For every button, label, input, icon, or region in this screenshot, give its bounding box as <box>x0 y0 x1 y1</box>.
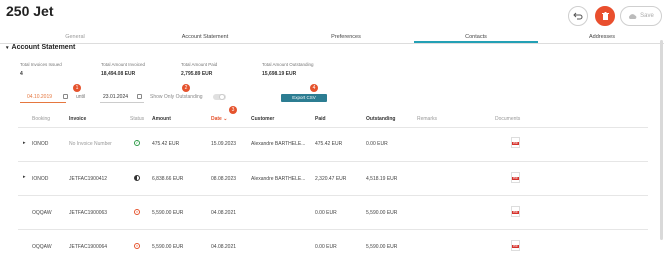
status-unpaid-icon: × <box>134 243 140 249</box>
col-header-documents[interactable]: Documents <box>495 116 520 122</box>
summary-label: Total Amount Invoiced <box>101 62 146 67</box>
cell-outstanding: 0.00 EUR <box>366 141 388 147</box>
cell-amount: 6,838.66 EUR <box>152 176 184 182</box>
col-header-outstanding[interactable]: Outstanding <box>366 116 395 122</box>
cell-invoice: No Invoice Number <box>69 141 112 147</box>
row-expand-icon[interactable]: ▸ <box>23 174 26 180</box>
cell-amount: 5,590.00 EUR <box>152 210 184 216</box>
export-csv-button[interactable]: Export CSV <box>281 94 327 102</box>
summary-value: 4 <box>20 71 23 77</box>
col-header-date-label: Date <box>211 116 222 122</box>
save-label: Save <box>640 13 654 19</box>
show-outstanding-label: Show Only Outstanding <box>150 94 203 100</box>
col-header-customer[interactable]: Customer <box>251 116 274 122</box>
to-date-underline <box>100 102 144 103</box>
cell-amount: 475.42 EUR <box>152 141 180 147</box>
show-outstanding-toggle[interactable] <box>213 94 226 100</box>
col-header-paid[interactable]: Paid <box>315 116 326 122</box>
col-header-date[interactable]: Date ⌄ <box>211 116 227 122</box>
cell-booking: OQQAW <box>32 244 52 250</box>
summary-value: 15,698.19 EUR <box>262 71 297 77</box>
tab-bar: General Account Statement Preferences Co… <box>0 31 664 44</box>
cell-paid: 0.00 EUR <box>315 210 337 216</box>
col-header-remarks[interactable]: Remarks <box>417 116 437 122</box>
summary-value: 18,494.08 EUR <box>101 71 136 77</box>
cell-amount: 5,590.00 EUR <box>152 244 184 250</box>
cell-invoice: JETFAC1900412 <box>69 176 108 182</box>
summary-label: Total Amount Outstanding <box>262 62 314 67</box>
page-title: 250 Jet <box>6 3 54 19</box>
pdf-document-icon[interactable] <box>511 240 520 251</box>
from-date-underline <box>20 102 66 103</box>
undo-icon <box>573 12 583 20</box>
col-header-amount[interactable]: Amount <box>152 116 171 122</box>
cell-date: 08.08.2023 <box>211 176 237 182</box>
tab-general[interactable]: General <box>20 31 130 43</box>
cell-outstanding: 5,590.00 EUR <box>366 244 398 250</box>
collapse-caret-icon: ▾ <box>6 45 9 51</box>
summary-value: 2,795.89 EUR <box>181 71 213 77</box>
calendar-icon[interactable] <box>63 94 68 99</box>
cell-booking: IONOD <box>32 176 49 182</box>
cell-outstanding: 5,590.00 EUR <box>366 210 398 216</box>
pdf-document-icon[interactable] <box>511 137 520 148</box>
undo-button[interactable] <box>568 6 588 26</box>
until-label: until <box>76 94 86 100</box>
cell-customer: Alexandre BARTHELE... <box>251 141 306 147</box>
section-title: Account Statement <box>11 44 76 51</box>
tab-addresses[interactable]: Addresses <box>540 31 664 43</box>
tab-preferences[interactable]: Preferences <box>290 31 402 43</box>
cell-booking: OQQAW <box>32 210 52 216</box>
from-date-input[interactable]: 04.10.2019 <box>27 94 52 100</box>
cell-paid: 475.42 EUR <box>315 141 343 147</box>
step-badge: 1 <box>73 84 81 92</box>
cell-invoice: JETFAC1900063 <box>69 210 108 216</box>
cell-paid: 2,320.47 EUR <box>315 176 347 182</box>
row-expand-icon[interactable]: ▸ <box>23 140 26 146</box>
calendar-icon[interactable] <box>137 94 142 99</box>
cell-date: 04.08.2021 <box>211 210 237 216</box>
tab-contacts[interactable]: Contacts <box>414 31 538 43</box>
status-unpaid-icon: × <box>134 209 140 215</box>
col-header-status[interactable]: Status <box>130 116 144 122</box>
step-badge: 3 <box>229 106 237 114</box>
cell-booking: IONOD <box>32 141 49 147</box>
sort-desc-icon: ⌄ <box>223 116 228 122</box>
cloud-upload-icon <box>629 13 637 19</box>
delete-button[interactable] <box>595 6 615 26</box>
section-header[interactable]: ▾ Account Statement <box>6 44 75 51</box>
cell-outstanding: 4,518.19 EUR <box>366 176 398 182</box>
tab-account-statement[interactable]: Account Statement <box>150 31 260 43</box>
cell-customer: Alexandre BARTHELE... <box>251 176 306 182</box>
summary-label: Total Amount Paid <box>181 62 218 67</box>
save-button[interactable]: Save <box>620 6 662 26</box>
trash-icon <box>601 12 609 20</box>
cell-date: 15.09.2023 <box>211 141 237 147</box>
status-partial-icon <box>134 175 140 181</box>
col-header-invoice[interactable]: Invoice <box>69 116 86 122</box>
step-badge: 2 <box>182 84 190 92</box>
summary-label: Total Invoices Issued <box>20 62 62 67</box>
to-date-input[interactable]: 23.01.2024 <box>103 94 128 100</box>
pdf-document-icon[interactable] <box>511 172 520 183</box>
pdf-document-icon[interactable] <box>511 206 520 217</box>
scrollbar[interactable] <box>660 40 663 240</box>
step-badge: 4 <box>310 84 318 92</box>
col-header-booking[interactable]: Booking <box>32 116 50 122</box>
cell-paid: 0.00 EUR <box>315 244 337 250</box>
cell-date: 04.08.2021 <box>211 244 237 250</box>
status-paid-icon: ✓ <box>134 140 140 146</box>
cell-invoice: JETFAC1900064 <box>69 244 108 250</box>
